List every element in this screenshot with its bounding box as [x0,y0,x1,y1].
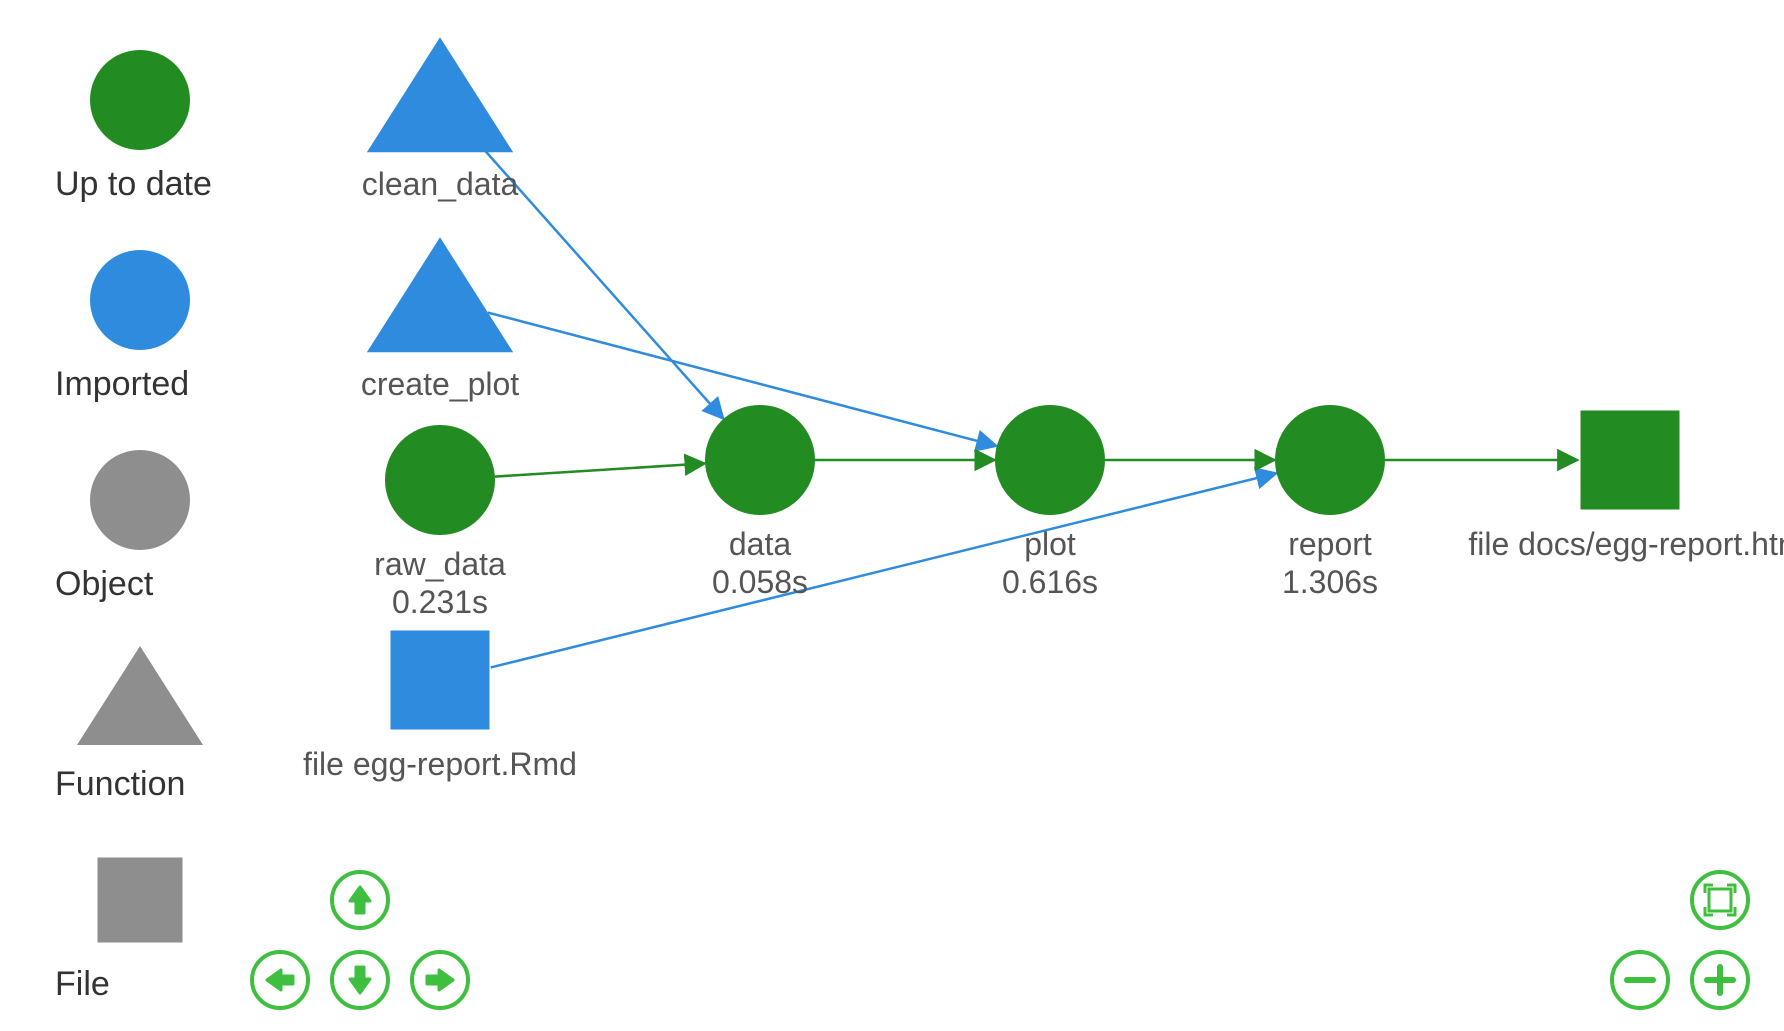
zoom-fit-icon [1709,889,1731,911]
dependency-graph-canvas[interactable]: Up to date Imported Object Function File cle… [0,0,1784,1031]
legend-imported-label: Imported [55,365,189,403]
node-report-circle-icon [1275,405,1385,515]
node-plot-label: plot [1024,526,1076,562]
node-plot[interactable]: plot0.616s [995,405,1105,600]
pan-left-button[interactable] [252,952,308,1008]
node-out_file-square-icon [1581,411,1680,510]
legend-file-label: File [55,965,110,1003]
arrow-left-icon [267,970,293,990]
legend-file-square-icon [98,858,183,943]
legend: Up to date Imported Object Function File [55,50,212,1003]
node-rmd_file[interactable]: file egg-report.Rmd [303,631,577,783]
legend-item-object: Object [55,450,190,603]
node-plot-time-label: 0.616s [1002,564,1098,600]
node-plot-circle-icon [995,405,1105,515]
node-data[interactable]: data0.058s [705,405,815,600]
node-rmd_file-square-icon [391,631,490,730]
arrow-up-icon [350,887,370,913]
node-out_file-label: file docs/egg-report.html [1468,526,1784,562]
zoom-out-button[interactable] [1612,952,1668,1008]
node-report-label: report [1288,526,1372,562]
edge-rmd_file-to-report [491,473,1277,667]
node-raw_data-label: raw_data [374,546,506,582]
legend-function-triangle-icon [77,646,203,745]
node-clean_data[interactable]: clean_data [362,37,519,202]
node-raw_data-circle-icon [385,425,495,535]
node-create_plot-triangle-icon [367,237,513,352]
legend-object-circle-icon [90,450,190,550]
node-clean_data-triangle-icon [367,37,513,152]
legend-item-file: File [55,858,183,1004]
node-clean_data-label: clean_data [362,166,519,202]
legend-up_to_date-label: Up to date [55,165,212,203]
node-create_plot-label: create_plot [361,366,519,402]
legend-up_to_date-circle-icon [90,50,190,150]
node-report-time-label: 1.306s [1282,564,1378,600]
legend-item-function: Function [55,646,203,803]
pan-up-button[interactable] [332,872,388,928]
node-raw_data[interactable]: raw_data0.231s [374,425,506,620]
arrow-down-icon [350,967,370,993]
legend-imported-circle-icon [90,250,190,350]
navigation-controls [252,872,1748,1008]
legend-function-label: Function [55,765,185,803]
node-rmd_file-label: file egg-report.Rmd [303,746,577,782]
legend-object-label: Object [55,565,154,603]
node-out_file[interactable]: file docs/egg-report.html [1468,411,1784,563]
node-report[interactable]: report1.306s [1275,405,1385,600]
pan-right-button[interactable] [412,952,468,1008]
node-create_plot[interactable]: create_plot [361,237,519,402]
node-data-time-label: 0.058s [712,564,808,600]
legend-item-imported: Imported [55,250,190,403]
legend-item-up_to_date: Up to date [55,50,212,203]
zoom-fit-button[interactable] [1692,872,1748,928]
arrow-right-icon [427,970,453,990]
node-data-label: data [729,526,791,562]
node-raw_data-time-label: 0.231s [392,584,488,620]
graph-nodes: clean_datacreate_plotraw_data0.231sfile … [303,37,1784,782]
node-data-circle-icon [705,405,815,515]
edge-raw_data-to-data [495,463,705,476]
zoom-in-button[interactable] [1692,952,1748,1008]
pan-down-button[interactable] [332,952,388,1008]
